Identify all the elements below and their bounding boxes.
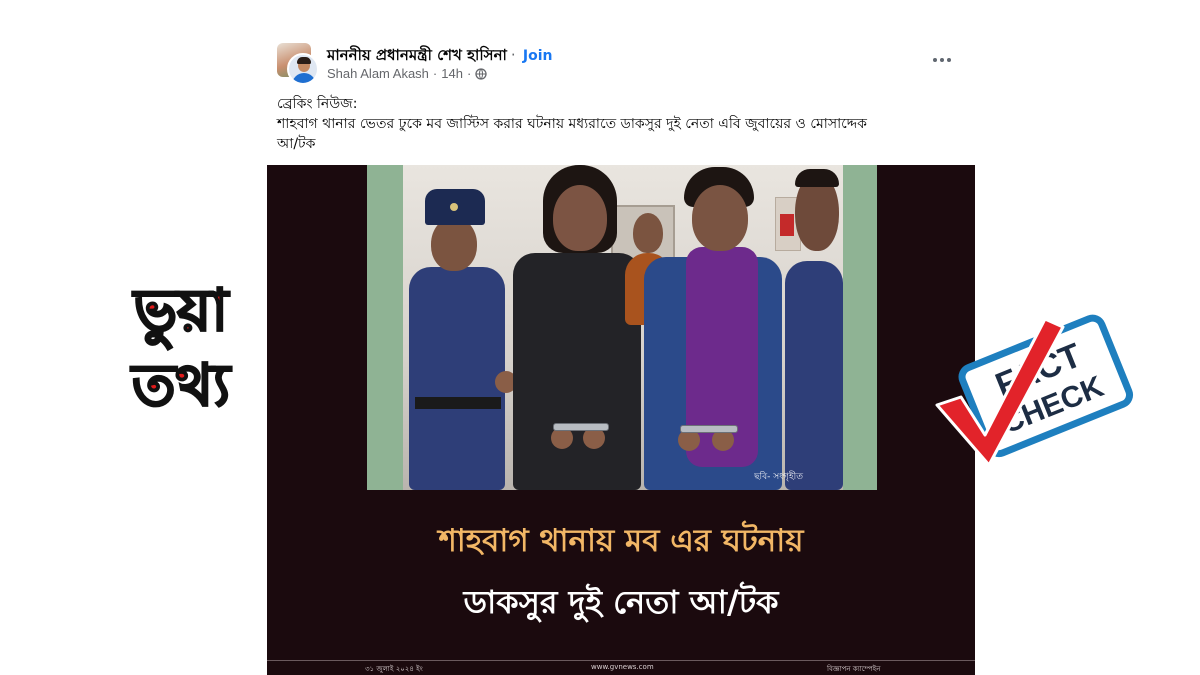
- post-time[interactable]: 14h: [441, 66, 463, 81]
- headline-line-2: ডাকসুর দুই নেতা আ/টক: [463, 583, 779, 621]
- more-horizontal-icon: [933, 58, 937, 62]
- fake-word: ভুয়া: [133, 276, 229, 344]
- image-footer: ৩১ জুলাই ২০২৪ ইং www.gvnews.com বিজ্ঞাপন…: [267, 660, 975, 675]
- separator-dot: ·: [510, 46, 516, 64]
- detained-person-right: [638, 167, 788, 490]
- footer-note: বিজ্ঞাপন ক্যাম্পেইন: [827, 665, 881, 673]
- headline-line-1: শাহবাগ থানায় মব এর ঘটনায়: [438, 523, 804, 559]
- post-text-line: আ/টক: [277, 136, 316, 152]
- police-officer-right: [781, 165, 843, 490]
- post-header: মাননীয় প্রধানমন্ত্রী শেখ হাসিনা · Join S…: [275, 40, 965, 90]
- photo-frame: ছবি- সংগৃহীত: [367, 165, 877, 490]
- more-options-button[interactable]: [927, 48, 957, 72]
- author-avatar[interactable]: [287, 53, 319, 85]
- news-photo: ছবি- সংগৃহীত: [403, 165, 843, 490]
- photo-credit: ছবি- সংগৃহীত: [754, 472, 803, 482]
- fact-check-badge: FACT CHECK: [935, 314, 1134, 467]
- group-avatar[interactable]: [277, 43, 321, 85]
- footer-website: www.gvnews.com: [591, 663, 654, 671]
- post-text: ব্রেকিং নিউজ: শাহবাগ থানার ভেতর ঢুকে মব …: [277, 94, 967, 154]
- info-word: তথ্য: [131, 350, 231, 419]
- globe-icon: [475, 67, 487, 80]
- post-text-line: ব্রেকিং নিউজ:: [277, 96, 358, 112]
- join-button[interactable]: Join: [523, 48, 553, 64]
- group-name-link[interactable]: মাননীয় প্রধানমন্ত্রী শেখ হাসিনা: [327, 46, 507, 64]
- post-meta: Shah Alam Akash · 14h ·: [327, 66, 487, 81]
- police-officer-left: [403, 187, 517, 490]
- post-image[interactable]: ছবি- সংগৃহীত শাহবাগ থানায় মব এর ঘটনায় …: [267, 165, 975, 675]
- separator-dot: ·: [432, 66, 438, 81]
- fake-news-label: ভুয়া তথ্য: [96, 276, 266, 428]
- author-name[interactable]: Shah Alam Akash: [327, 66, 429, 81]
- separator-dot: ·: [466, 66, 472, 81]
- post-text-line: শাহবাগ থানার ভেতর ঢুকে মব জাস্টিস করার ঘ…: [277, 116, 867, 132]
- footer-date: ৩১ জুলাই ২০২৪ ইং: [365, 665, 423, 673]
